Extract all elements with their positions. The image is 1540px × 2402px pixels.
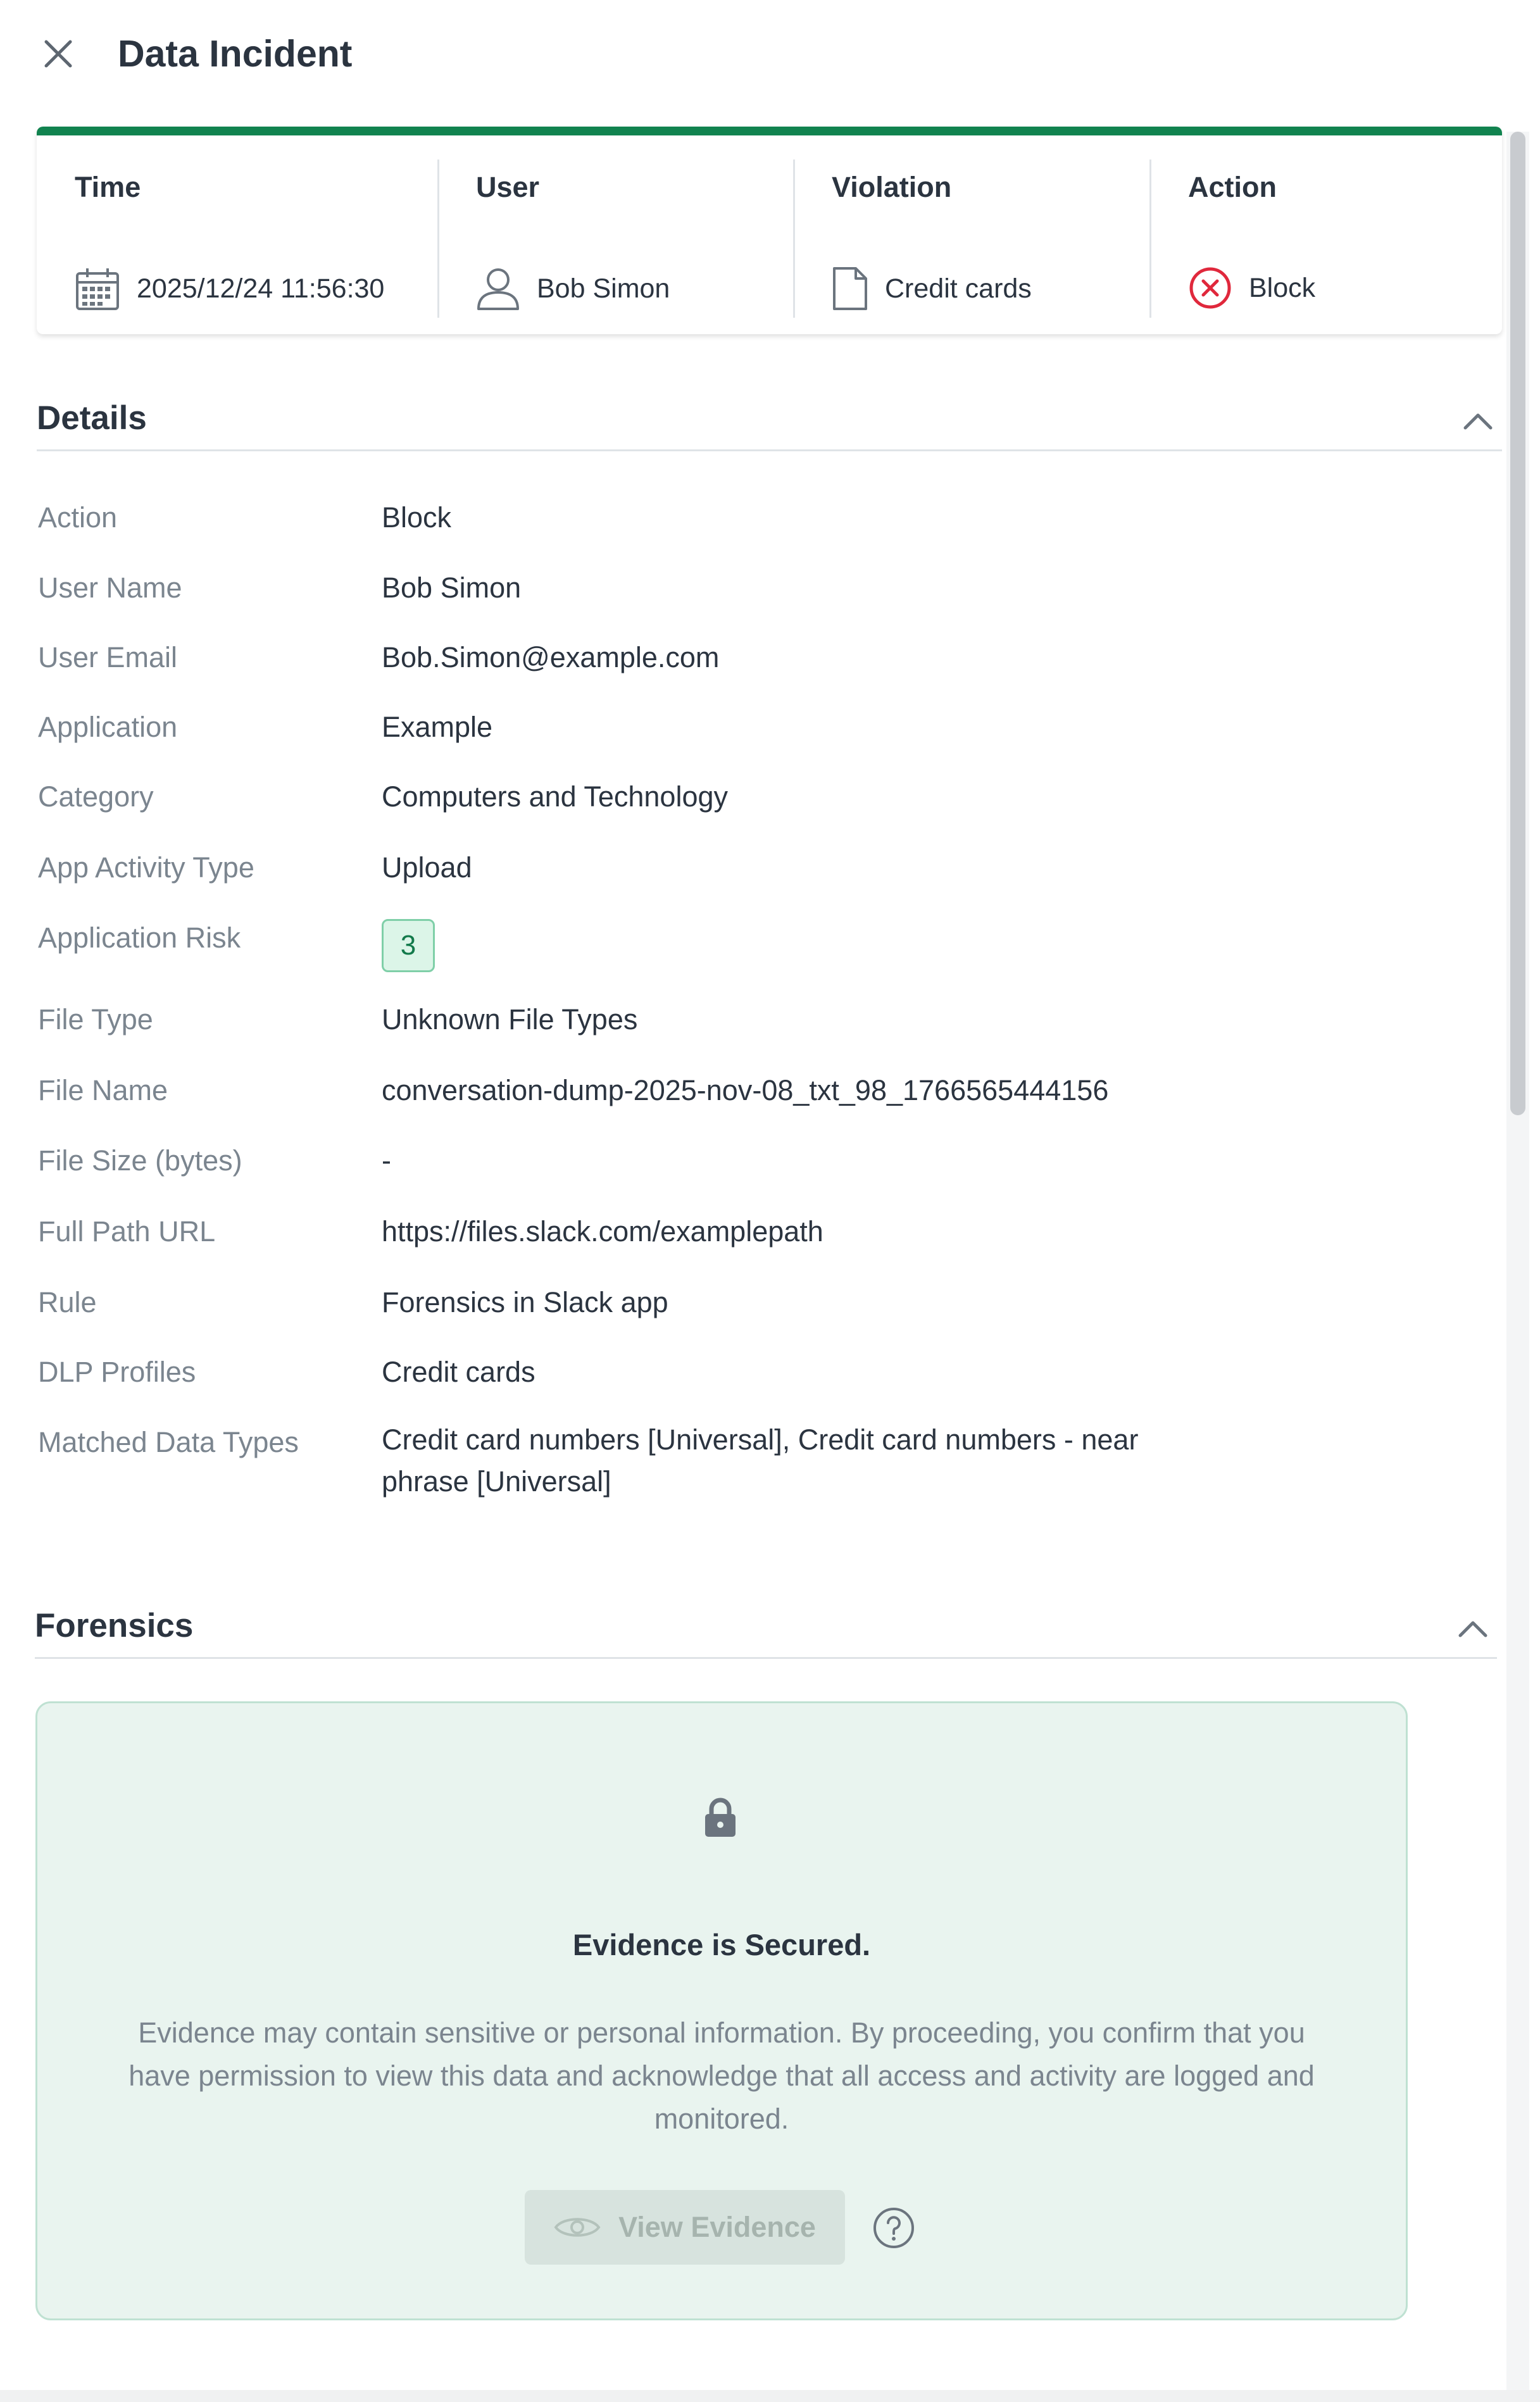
detail-label-user-email: User Email [38, 641, 178, 673]
detail-label-application-risk: Application Risk [38, 922, 241, 954]
detail-label-full-path-url: Full Path URL [38, 1215, 216, 1248]
summary-time-text: 2025/12/24 11:56:30 [137, 273, 385, 304]
block-icon [1189, 267, 1231, 309]
detail-value-file-size: - [382, 1144, 391, 1177]
summary-user-value: Bob Simon [476, 266, 670, 311]
summary-action-value: Block [1188, 266, 1315, 310]
detail-value-file-type: Unknown File Types [382, 1003, 638, 1035]
calendar-icon [76, 268, 119, 310]
view-evidence-label: View Evidence [618, 2211, 816, 2243]
eye-icon [554, 2218, 601, 2237]
chevron-up-icon[interactable] [1455, 1611, 1491, 1647]
user-icon [477, 268, 519, 310]
summary-time-head: Time [75, 171, 141, 203]
summary-violation-text: Credit cards [885, 273, 1032, 304]
summary-user-head: User [476, 171, 540, 203]
details-section-header[interactable]: Details [37, 386, 1502, 451]
chevron-up-icon[interactable] [1460, 404, 1496, 439]
close-icon [44, 40, 72, 68]
detail-value-rule: Forensics in Slack app [382, 1286, 668, 1318]
incident-summary-card: Time 2025/12/24 11:56:30 User Bob Simon … [37, 127, 1502, 334]
detail-label-rule: Rule [38, 1286, 97, 1318]
summary-time-value: 2025/12/24 11:56:30 [75, 266, 384, 311]
detail-value-file-name: conversation-dump-2025-nov-08_txt_98_176… [382, 1074, 1109, 1106]
detail-label-category: Category [38, 780, 154, 813]
detail-value-action: Block [382, 501, 452, 534]
summary-violation: Violation Credit cards [793, 160, 1148, 318]
bottom-edge [0, 2390, 1540, 2402]
detail-value-category: Computers and Technology [382, 780, 729, 813]
detail-value-matched-data-types: Credit card numbers [Universal], Credit … [382, 1423, 1139, 1498]
detail-value-dlp-profiles: Credit cards [382, 1356, 535, 1388]
risk-badge: 3 [382, 919, 435, 972]
summary-user: User Bob Simon [437, 160, 792, 318]
forensics-title: Forensics [35, 1607, 194, 1644]
summary-action: Action Block [1149, 160, 1498, 318]
detail-label-file-name: File Name [38, 1074, 168, 1106]
close-button[interactable] [38, 34, 78, 74]
view-evidence-button[interactable]: View Evidence [525, 2190, 845, 2265]
detail-label-dlp-profiles: DLP Profiles [38, 1356, 196, 1388]
scrollbar-thumb[interactable] [1510, 132, 1525, 1115]
detail-value-application: Example [382, 711, 493, 743]
summary-violation-head: Violation [832, 171, 952, 203]
panel-header: Data Incident [38, 25, 352, 82]
summary-user-text: Bob Simon [537, 273, 670, 304]
detail-label-application: Application [38, 711, 178, 743]
detail-value-user-name: Bob Simon [382, 572, 522, 604]
detail-label-matched-data-types: Matched Data Types [38, 1426, 299, 1458]
summary-violation-value: Credit cards [832, 266, 1032, 311]
detail-label-user-name: User Name [38, 572, 182, 604]
evidence-description: Evidence may contain sensitive or person… [128, 2017, 1315, 2135]
page-title: Data Incident [118, 33, 353, 75]
lock-icon [705, 1798, 736, 1837]
summary-action-text: Block [1249, 272, 1316, 303]
forensics-section-header[interactable]: Forensics [35, 1594, 1497, 1659]
detail-value-full-path-url: https://files.slack.com/examplepath [382, 1215, 823, 1248]
evidence-title: Evidence is Secured. [572, 1928, 871, 1961]
detail-label-activity-type: App Activity Type [38, 851, 254, 884]
file-icon [833, 267, 867, 310]
summary-action-head: Action [1188, 171, 1277, 203]
summary-time: Time 2025/12/24 11:56:30 [75, 160, 467, 318]
detail-label-file-size: File Size (bytes) [38, 1144, 242, 1177]
detail-label-action: Action [38, 501, 118, 534]
help-icon[interactable] [872, 2206, 915, 2249]
detail-label-file-type: File Type [38, 1003, 153, 1035]
details-title: Details [37, 399, 147, 437]
detail-value-activity-type: Upload [382, 851, 472, 884]
detail-value-user-email: Bob.Simon@example.com [382, 641, 720, 673]
